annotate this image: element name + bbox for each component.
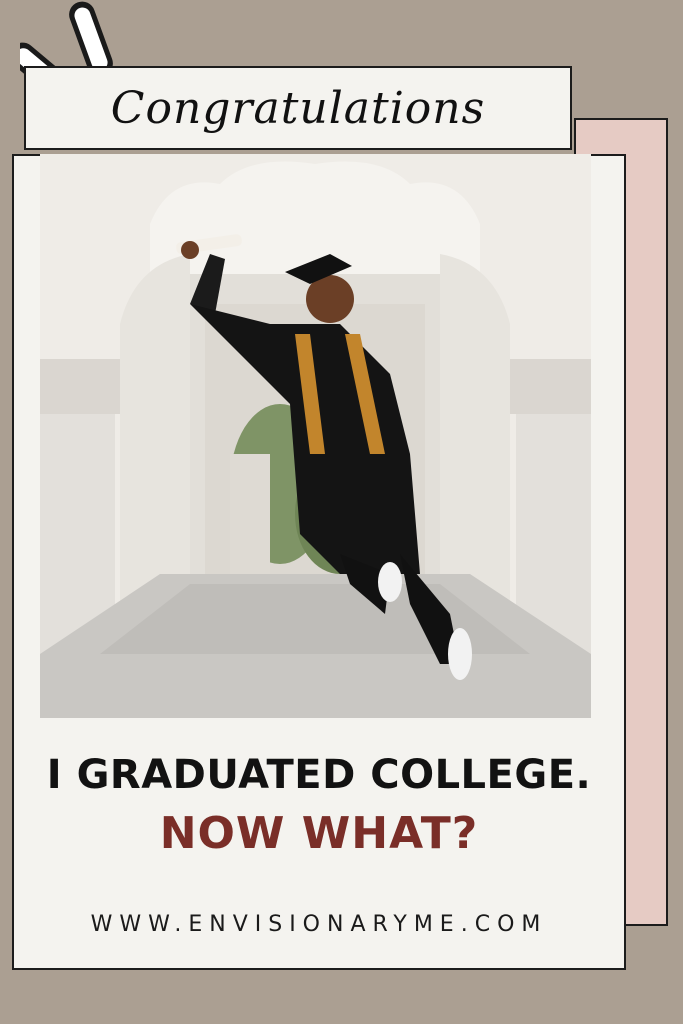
graduate-photo bbox=[40, 154, 591, 718]
banner-title: Congratulations bbox=[110, 82, 486, 134]
website-url[interactable]: WWW.ENVISIONARYME.COM bbox=[12, 912, 626, 937]
headline-line-1: I GRADUATED COLLEGE. bbox=[46, 752, 592, 798]
photo-icon bbox=[40, 154, 591, 718]
headline-line-2: NOW WHAT? bbox=[159, 808, 479, 859]
congratulations-banner: Congratulations bbox=[24, 66, 572, 150]
